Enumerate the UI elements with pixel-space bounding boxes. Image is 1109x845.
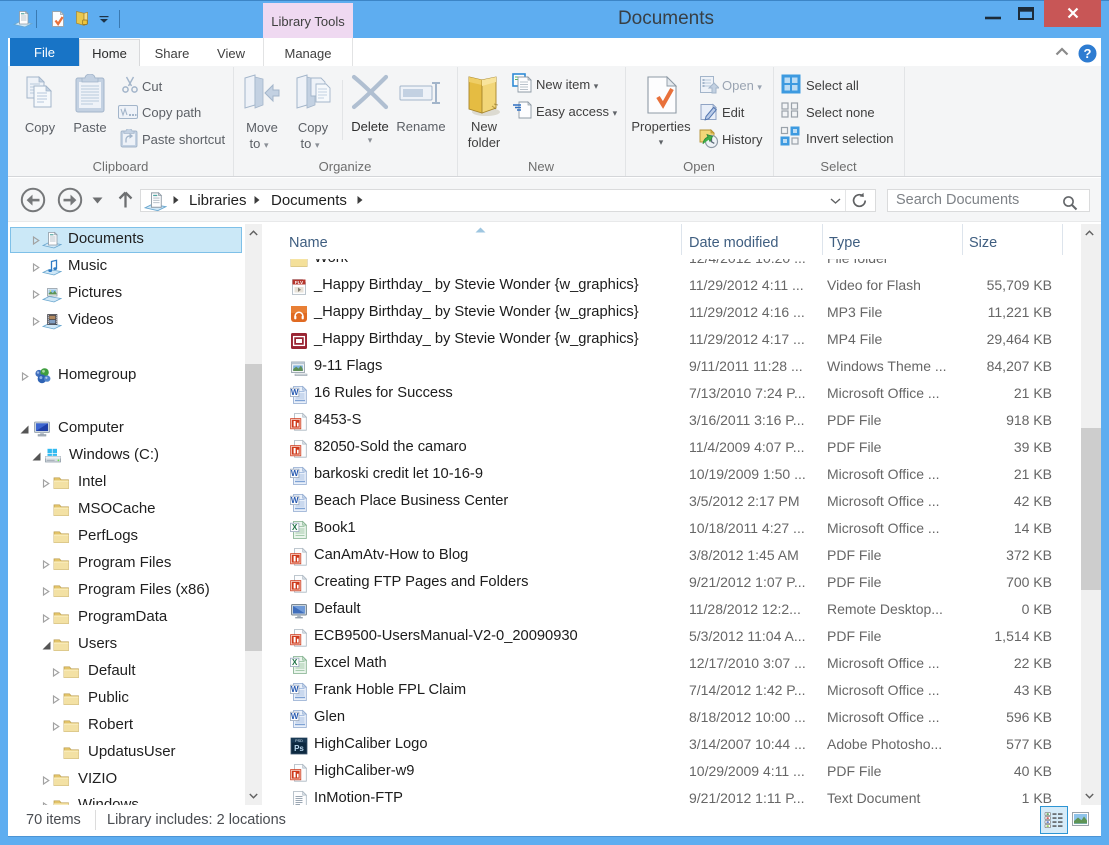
svg-text:W: W — [291, 469, 299, 478]
svg-text:W: W — [291, 712, 299, 721]
svg-text:W: W — [291, 388, 299, 397]
svg-text:Ps: Ps — [294, 744, 304, 753]
svg-text:W: W — [291, 685, 299, 694]
svg-text:FLV: FLV — [295, 280, 303, 285]
svg-text:X: X — [292, 658, 298, 667]
svg-text:PSD: PSD — [295, 739, 303, 743]
svg-text:W: W — [291, 496, 299, 505]
svg-text:X: X — [292, 523, 298, 532]
svg-text:?: ? — [1084, 46, 1092, 61]
